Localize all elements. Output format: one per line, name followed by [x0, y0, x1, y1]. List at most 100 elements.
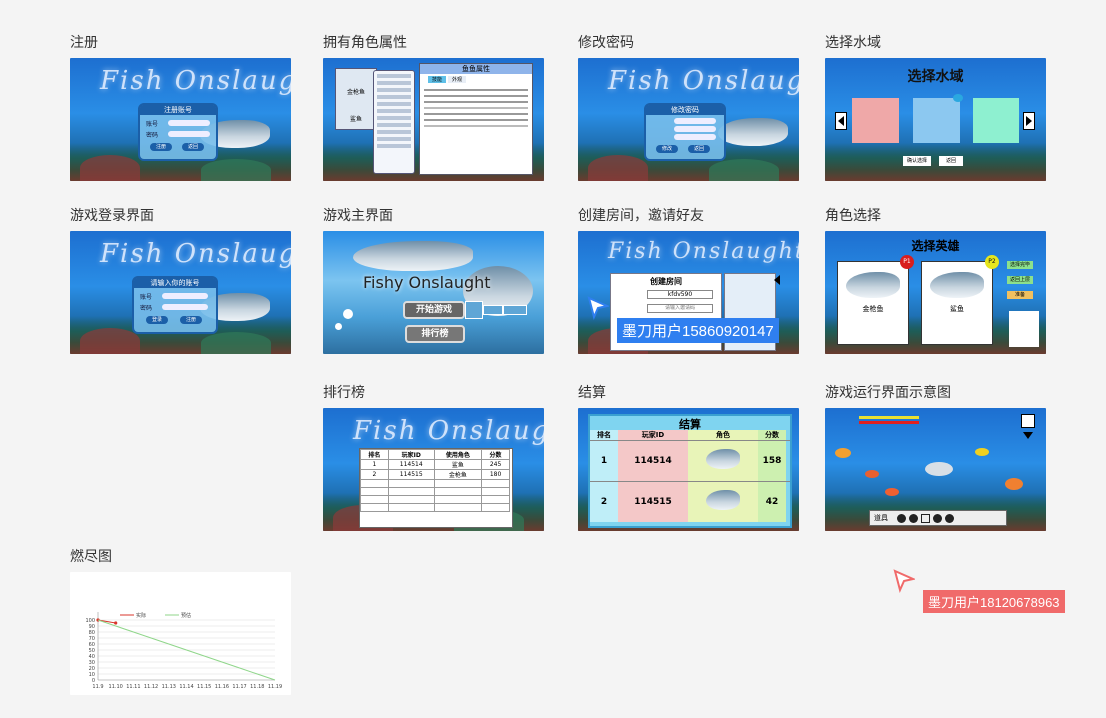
thumbnail-settlement[interactable]: 结算 排名 玩家ID 角色 分数 1 114514 158 2 114515 4…: [578, 408, 799, 531]
card-login[interactable]: 游戏登录界面 Fish Onslaught 请输入你的账号 账号 密码 登录 注…: [70, 207, 291, 354]
card-create-room[interactable]: 创建房间，邀请好友 Fish Onslaught 创建房间 kfdv590 请输…: [578, 207, 799, 354]
password-field[interactable]: [168, 131, 210, 137]
side-button[interactable]: [503, 305, 527, 315]
panel-title: 请输入你的账号: [134, 278, 216, 288]
card-burndown[interactable]: 燃尽图 0 10 20 30 40 50 60 70 80 90 100 11.9 11.10 11.11…: [70, 548, 291, 695]
y-tick-label: 60: [89, 642, 95, 648]
description-panel: 鱼鱼属性 技能 外观: [419, 63, 533, 175]
login-button[interactable]: 登录: [146, 316, 168, 324]
done-button[interactable]: 选择完毕: [1007, 261, 1033, 269]
chat-box[interactable]: [1009, 311, 1039, 347]
card-title: 创建房间，邀请好友: [578, 208, 704, 224]
ready-button[interactable]: 准备: [1007, 291, 1033, 299]
start-game-button[interactable]: 开始游戏: [403, 301, 465, 319]
old-password-field[interactable]: [674, 118, 716, 124]
invite-code-field[interactable]: 请输入邀请码: [647, 304, 713, 313]
register-button[interactable]: 注册: [180, 316, 202, 324]
card-role-attributes[interactable]: 拥有角色属性 金枪鱼 鲨鱼 鱼鱼属性 技能 外观: [323, 34, 544, 181]
item-toolbar: 道具: [869, 510, 1007, 526]
card-hero-select[interactable]: 角色选择 选择英雄 金枪鱼 鲨鱼 P1 P2 选择完毕 返回上层 准备: [825, 207, 1046, 354]
thumbnail-burndown[interactable]: 0 10 20 30 40 50 60 70 80 90 100 11.9 11.10 11.11 11.1…: [70, 572, 291, 695]
water-option-2[interactable]: [913, 98, 960, 143]
table-row: 1 114514 鲨鱼 245: [360, 459, 510, 470]
card-title: 结算: [578, 385, 606, 401]
shark-sprite: [925, 462, 953, 476]
gift-icon[interactable]: [921, 513, 930, 523]
attribute-table: [373, 70, 415, 174]
thumbnail-gameplay[interactable]: 道具: [825, 408, 1046, 531]
table-cell: 1: [360, 459, 389, 470]
y-tick-label: 30: [89, 660, 95, 666]
card-leaderboard[interactable]: 排行榜 Fish Onslaught 排名 玩家ID 使用角色 分数 1 114…: [323, 384, 544, 531]
side-button[interactable]: [483, 305, 503, 315]
table-cell: 1: [590, 441, 618, 481]
x-tick-label: 11.16: [215, 684, 229, 690]
fish-sprite: [885, 488, 899, 496]
register-button[interactable]: 注册: [150, 143, 172, 151]
burndown-chart: 010203040506070809010011.9 11.10 11.11 11.1…: [85, 612, 282, 690]
fish-sprite: [835, 448, 851, 458]
cursor-icon: [587, 296, 609, 320]
tab-skills[interactable]: 技能: [428, 76, 447, 83]
room-code-field[interactable]: kfdv590: [647, 290, 713, 299]
card-change-password[interactable]: 修改密码 Fish Onslaught 修改密码 修改 返回: [578, 34, 799, 181]
leaderboard-button[interactable]: 排行榜: [405, 325, 465, 343]
game-logo: Fish Onslaught: [608, 239, 799, 264]
heading: 结算: [679, 418, 701, 431]
hero-card-tuna[interactable]: 金枪鱼: [837, 261, 909, 345]
water-option-1[interactable]: [852, 98, 899, 143]
back-button[interactable]: 返回上层: [1007, 276, 1033, 284]
confirm-button[interactable]: 确认选择: [903, 156, 931, 166]
role-list-item[interactable]: 鲨鱼: [336, 114, 376, 123]
card-register[interactable]: 注册 Fish Onslaught 注册账号 账号 密码 注册 返回: [70, 34, 291, 181]
side-button[interactable]: [465, 301, 483, 319]
account-field[interactable]: [168, 120, 210, 126]
hero-card-shark[interactable]: 鲨鱼: [921, 261, 993, 345]
next-arrow-icon[interactable]: [1023, 112, 1035, 130]
thumbnail-register[interactable]: Fish Onslaught 注册账号 账号 密码 注册 返回: [70, 58, 291, 181]
thumbnail-select-water[interactable]: 选择水域 确认选择 返回: [825, 58, 1046, 181]
password-label: 密码: [146, 132, 159, 139]
back-button[interactable]: 返回: [688, 145, 710, 153]
confirm-password-field[interactable]: [674, 134, 716, 140]
eye-icon[interactable]: [897, 513, 906, 523]
leaderboard-table-panel: 排名 玩家ID 使用角色 分数 1 114514 鲨鱼 245 2 114515…: [359, 448, 513, 528]
water-option-3[interactable]: [973, 98, 1019, 143]
hero-illustration: [930, 272, 984, 298]
thumbnail-hero-select[interactable]: 选择英雄 金枪鱼 鲨鱼 P1 P2 选择完毕 返回上层 准备: [825, 231, 1046, 354]
password-field[interactable]: [162, 304, 208, 310]
pause-icon[interactable]: [1021, 414, 1035, 428]
thumbnail-main-menu[interactable]: Fishy Onslaught 开始游戏 排行榜: [323, 231, 544, 354]
new-password-field[interactable]: [674, 126, 716, 132]
role-list-item[interactable]: 金枪鱼: [336, 87, 376, 96]
clock-icon[interactable]: [945, 513, 954, 523]
card-title: 修改密码: [578, 35, 634, 51]
thumbnail-login[interactable]: Fish Onslaught 请输入你的账号 账号 密码 登录 注册: [70, 231, 291, 354]
clock-icon[interactable]: [933, 513, 942, 523]
thumbnail-change-password[interactable]: Fish Onslaught 修改密码 修改 返回: [578, 58, 799, 181]
shark-illustration: [718, 118, 788, 146]
hero-name: 鲨鱼: [950, 305, 964, 313]
card-settlement[interactable]: 结算 结算 排名 玩家ID 角色 分数 1 114514 158 2 11451…: [578, 384, 799, 531]
thumbnail-leaderboard[interactable]: Fish Onslaught 排名 玩家ID 使用角色 分数 1 114514 …: [323, 408, 544, 531]
check-icon[interactable]: [909, 513, 918, 523]
card-select-water[interactable]: 选择水域 选择水域 确认选择 返回: [825, 34, 1046, 181]
collapse-arrow-icon[interactable]: [774, 275, 780, 285]
modify-button[interactable]: 修改: [656, 145, 678, 153]
dropdown-icon[interactable]: [1023, 432, 1033, 439]
account-field[interactable]: [162, 293, 208, 299]
card-gameplay[interactable]: 游戏运行界面示意图 道具: [825, 384, 1046, 531]
y-tick-label: 10: [89, 672, 95, 678]
x-tick-label: 11.13: [162, 684, 176, 690]
fish-sprite: [865, 470, 879, 478]
panel-title: 创建房间: [650, 277, 682, 286]
card-main-menu[interactable]: 游戏主界面 Fishy Onslaught 开始游戏 排行榜: [323, 207, 544, 354]
thumbnail-role-attributes[interactable]: 金枪鱼 鲨鱼 鱼鱼属性 技能 外观: [323, 58, 544, 181]
back-button[interactable]: 返回: [182, 143, 204, 151]
game-logo: Fishy Onslaught: [363, 273, 491, 292]
tab-appearance[interactable]: 外观: [448, 76, 467, 83]
back-button[interactable]: 返回: [939, 156, 963, 166]
hero-name: 金枪鱼: [862, 305, 884, 313]
prev-arrow-icon[interactable]: [835, 112, 847, 130]
column-header: 分数: [481, 449, 510, 460]
